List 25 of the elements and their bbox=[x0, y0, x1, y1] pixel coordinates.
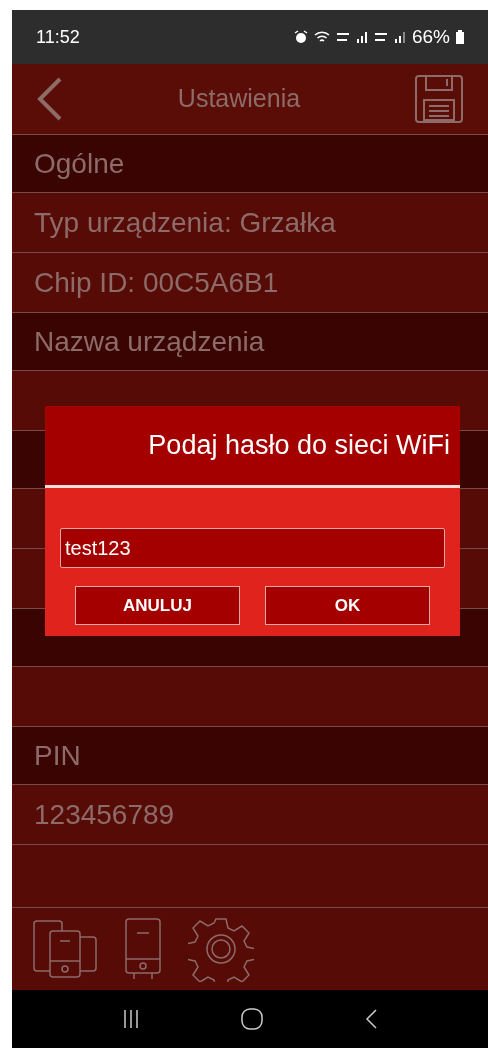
row-label: Chip ID: 00C5A6B1 bbox=[34, 265, 279, 300]
dialog-button[interactable]: ANULUJ bbox=[75, 586, 240, 625]
boiler-icon[interactable] bbox=[124, 917, 162, 981]
password-field[interactable]: test123 bbox=[60, 528, 445, 568]
signal-icon bbox=[393, 31, 406, 43]
row-label: 123456789 bbox=[34, 797, 175, 832]
row-label: PIN bbox=[34, 738, 81, 773]
row-label: Nazwa urządzenia bbox=[34, 324, 265, 359]
status-time: 11:52 bbox=[36, 25, 80, 49]
alarm-icon bbox=[293, 30, 308, 44]
settings-icon[interactable] bbox=[188, 916, 254, 982]
back-icon[interactable] bbox=[365, 1009, 377, 1029]
header-title: Ustawienia bbox=[177, 83, 301, 115]
battery-percent: 66% bbox=[411, 24, 450, 49]
save-icon[interactable] bbox=[414, 74, 464, 124]
signal-icon bbox=[355, 31, 368, 43]
row-label: Typ urządzenia: Grzałka bbox=[34, 205, 336, 240]
boilers-icon[interactable] bbox=[32, 917, 98, 981]
wifi-icon bbox=[313, 30, 330, 44]
dialog-button[interactable]: OK bbox=[265, 586, 430, 625]
home-icon[interactable] bbox=[241, 1008, 263, 1030]
row-label: Ogólne bbox=[34, 146, 125, 181]
battery-icon bbox=[456, 30, 464, 44]
dialog-title: Podaj hasło do sieci WiFi bbox=[148, 429, 450, 463]
recent-apps-icon[interactable] bbox=[123, 1009, 139, 1029]
